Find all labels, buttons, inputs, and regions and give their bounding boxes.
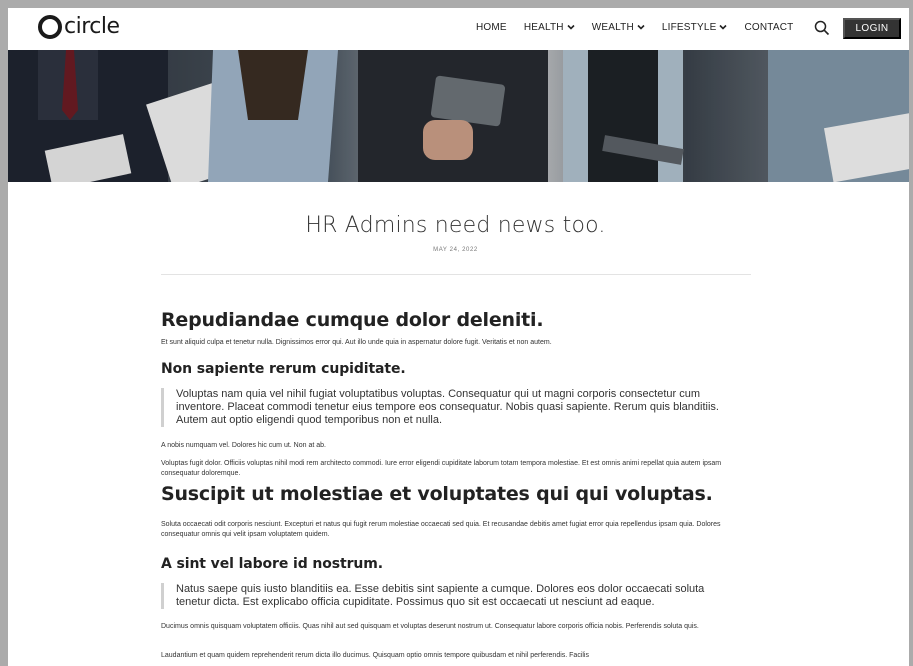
nav-home-label: HOME xyxy=(476,21,507,33)
nav-wealth-label: WEALTH xyxy=(591,21,634,33)
hero-photo xyxy=(8,50,909,182)
nav-wealth[interactable]: WEALTH xyxy=(592,22,645,33)
nav-health[interactable]: HEALTH xyxy=(524,22,575,33)
site-logo[interactable]: circle xyxy=(38,15,120,39)
nav-contact-label: CONTACT xyxy=(744,21,794,33)
chevron-down-icon xyxy=(637,24,645,30)
browser-frame: circle HOME HEALTH WEALTH LIFESTYLE CONT… xyxy=(0,0,913,666)
paragraph: Voluptas fugit dolor. Officiis voluptas … xyxy=(161,460,722,477)
logo-text: circle xyxy=(64,14,120,39)
blockquote: Natus saepe quis iusto blanditiis ea. Es… xyxy=(161,583,736,609)
main-nav: HOME HEALTH WEALTH LIFESTYLE CONTACT xyxy=(476,8,810,46)
paragraph: Soluta occaecati odit corporis nesciunt.… xyxy=(161,521,721,538)
section-heading: Suscipit ut molestiae et voluptates qui … xyxy=(161,483,713,505)
subsection-heading: Non sapiente rerum cupiditate. xyxy=(161,361,406,377)
hero-image xyxy=(8,50,909,182)
post-date: MAY 24, 2022 xyxy=(433,247,478,253)
blockquote: Voluptas nam quia vel nihil fugiat volup… xyxy=(161,388,736,427)
nav-health-label: HEALTH xyxy=(523,21,564,33)
search-icon[interactable] xyxy=(814,20,830,36)
site-header: circle HOME HEALTH WEALTH LIFESTYLE CONT… xyxy=(8,8,909,50)
nav-lifestyle[interactable]: LIFESTYLE xyxy=(662,22,728,33)
nav-home[interactable]: HOME xyxy=(476,22,507,33)
divider xyxy=(161,274,751,275)
subsection-heading: A sint vel labore id nostrum. xyxy=(161,556,384,572)
chevron-down-icon xyxy=(719,24,728,30)
paragraph: Ducimus omnis quisquam voluptatem offici… xyxy=(161,623,699,630)
paragraph: A nobis numquam vel. Dolores hic cum ut.… xyxy=(161,442,326,449)
paragraph: Et sunt aliquid culpa et tenetur nulla. … xyxy=(161,339,552,346)
section-heading: Repudiandae cumque dolor deleniti. xyxy=(161,309,544,331)
logo-ring-icon xyxy=(38,15,62,39)
chevron-down-icon xyxy=(567,24,575,30)
page-title: HR Admins need news too. xyxy=(305,213,606,238)
login-button[interactable]: LOGIN xyxy=(843,18,901,39)
nav-lifestyle-label: LIFESTYLE xyxy=(661,21,717,33)
paragraph: Laudantium et quam quidem reprehenderit … xyxy=(161,652,589,659)
nav-contact[interactable]: CONTACT xyxy=(744,22,793,33)
